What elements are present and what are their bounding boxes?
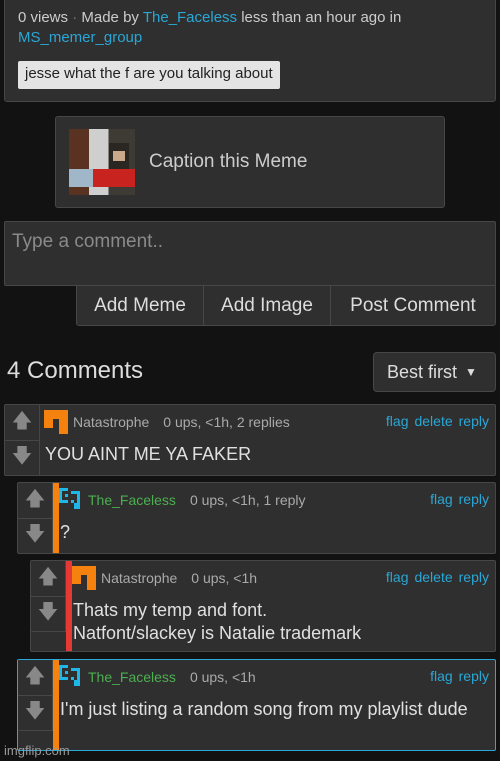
caption-label: Caption this Meme	[149, 151, 308, 172]
upvote-arrow-icon[interactable]: 🡅	[5, 405, 39, 440]
comment-input[interactable]: Type a comment..	[4, 221, 496, 286]
vote-buttons: 🡅 🡇	[5, 405, 40, 476]
flag-link[interactable]: flag	[386, 413, 409, 429]
user-avatar-icon[interactable]	[59, 488, 83, 512]
comment-header: Natastrophe 0 ups, <1h	[72, 566, 257, 590]
upvote-arrow-icon[interactable]: 🡅	[31, 561, 65, 596]
comment-placeholder: Type a comment..	[12, 231, 164, 252]
meme-meta: 0 views · Made by The_Faceless less than…	[18, 8, 488, 48]
comment: 🡅 🡇 Natastrophe 0 ups, <1h, 2 replies flag de…	[4, 404, 496, 476]
comment: 🡅 🡇 The_Faceless 0 ups, <1h, 1 reply flag rep…	[17, 482, 496, 554]
comment-meta: 0 ups, <1h, 1 reply	[189, 492, 306, 508]
caption-meme-card[interactable]: Caption this Meme	[55, 116, 445, 208]
delete-link[interactable]: delete	[414, 569, 452, 585]
flag-link[interactable]: flag	[430, 491, 453, 507]
delete-link[interactable]: delete	[414, 413, 452, 429]
meme-tag[interactable]: jesse what the f are you talking about	[18, 61, 280, 89]
reply-link[interactable]: reply	[459, 668, 489, 684]
flag-link[interactable]: flag	[386, 569, 409, 585]
reply-link[interactable]: reply	[459, 413, 489, 429]
downvote-arrow-icon[interactable]: 🡇	[18, 695, 52, 730]
sort-value: Best first	[387, 361, 458, 382]
caret-down-icon: ▼	[465, 365, 477, 379]
comment: 🡅 🡇 The_Faceless 0 ups, <1h flag reply I'm jus…	[17, 659, 496, 751]
comment-header: The_Faceless 0 ups, <1h, 1 reply	[59, 488, 306, 512]
comment-count: 4 Comments	[7, 357, 144, 384]
meme-info-panel: 0 views · Made by The_Faceless less than…	[4, 0, 496, 102]
downvote-arrow-icon[interactable]: 🡇	[5, 440, 39, 475]
upvote-arrow-icon[interactable]: 🡅	[18, 483, 52, 518]
comment-text: YOU AINT ME YA FAKER	[45, 444, 252, 464]
group-link[interactable]: MS_memer_group	[18, 29, 142, 46]
comment-meta: 0 ups, <1h	[191, 570, 258, 586]
meme-thumbnail	[69, 129, 135, 195]
vote-buttons: 🡅 🡇	[18, 483, 53, 554]
downvote-arrow-icon[interactable]: 🡇	[31, 596, 65, 631]
comment: 🡅 🡇 Natastrophe 0 ups, <1h flag delete reply Th…	[30, 560, 496, 652]
comment-username[interactable]: Natastrophe	[101, 570, 177, 586]
user-avatar-icon[interactable]	[59, 665, 83, 689]
vote-buttons: 🡅 🡇	[31, 561, 66, 632]
flag-link[interactable]: flag	[430, 668, 453, 684]
comment-meta: 0 ups, <1h, 2 replies	[163, 414, 290, 430]
made-by-label: Made by	[81, 9, 139, 26]
vote-buttons: 🡅 🡇	[18, 660, 53, 731]
comment-text: I'm just listing a random song from my p…	[60, 699, 468, 719]
comment-text: Thats my temp and font. Natfont/slackey …	[73, 600, 362, 643]
comment-username[interactable]: The_Faceless	[88, 669, 176, 685]
post-comment-button[interactable]: Post Comment	[330, 285, 496, 326]
view-count: 0 views	[18, 9, 69, 26]
downvote-arrow-icon[interactable]: 🡇	[18, 518, 52, 553]
comment-username[interactable]: The_Faceless	[88, 492, 176, 508]
comment-header: Natastrophe 0 ups, <1h, 2 replies	[44, 410, 290, 434]
imgflip-watermark: imgflip.com	[4, 743, 70, 758]
comment-header: The_Faceless 0 ups, <1h	[59, 665, 256, 689]
separator: ·	[72, 9, 78, 26]
add-meme-button[interactable]: Add Meme	[76, 285, 204, 326]
time-label: less than an hour ago in	[241, 9, 402, 26]
add-image-button[interactable]: Add Image	[203, 285, 331, 326]
comment-username[interactable]: Natastrophe	[73, 414, 149, 430]
upvote-arrow-icon[interactable]: 🡅	[18, 660, 52, 695]
reply-link[interactable]: reply	[459, 491, 489, 507]
comment-meta: 0 ups, <1h	[189, 669, 256, 685]
sort-select[interactable]: Best first ▼	[373, 352, 496, 392]
user-avatar-icon[interactable]	[72, 566, 96, 590]
reply-link[interactable]: reply	[459, 569, 489, 585]
author-link[interactable]: The_Faceless	[143, 9, 237, 26]
user-avatar-icon[interactable]	[44, 410, 68, 434]
comment-text: ?	[60, 522, 71, 542]
